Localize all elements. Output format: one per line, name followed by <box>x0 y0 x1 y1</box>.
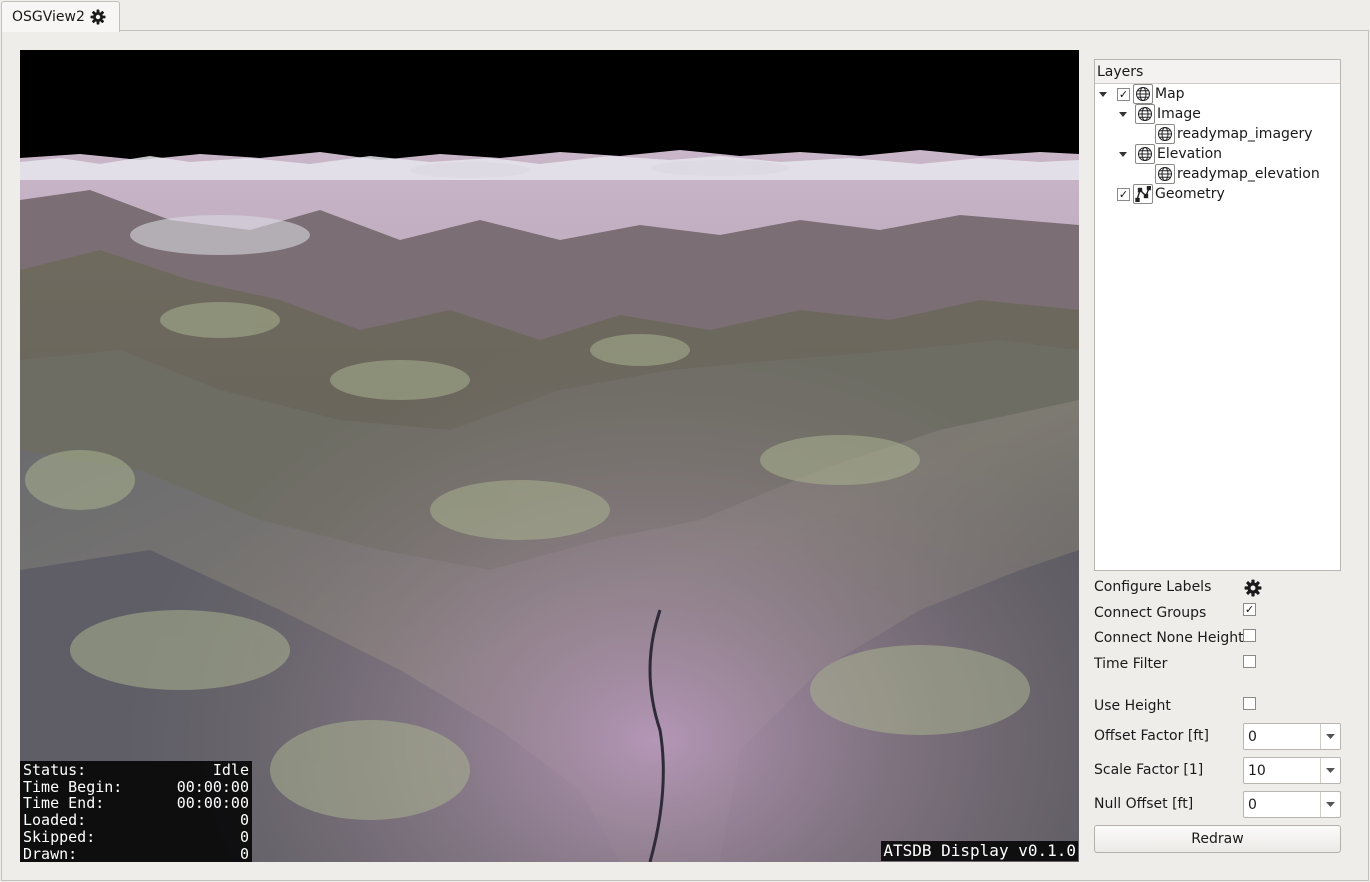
connect-none-height-label: Connect None Height <box>1094 630 1244 646</box>
map-3d-viewport[interactable]: Status: Idle Time Begin: 00:00:00 Time End… <box>20 50 1079 862</box>
status-row: Drawn: 0 <box>23 844 249 862</box>
offset-factor-value[interactable]: 0 <box>1244 729 1320 745</box>
tree-item-readymap-imagery[interactable]: readymap_imagery <box>1155 124 1313 144</box>
expand-arrow-icon[interactable] <box>1097 88 1109 100</box>
scale-factor-combobox[interactable]: 10 <box>1243 757 1341 784</box>
status-row: Skipped: 0 <box>23 827 249 846</box>
globe-icon <box>1155 124 1175 144</box>
redraw-button[interactable]: Redraw <box>1094 825 1341 853</box>
use-height-checkbox[interactable] <box>1243 697 1256 710</box>
tree-label: readymap_elevation <box>1177 166 1320 182</box>
tree-label: Elevation <box>1157 146 1223 162</box>
status-overlay: Status: Idle Time Begin: 00:00:00 Time End… <box>20 761 252 862</box>
tree-item-geometry[interactable]: ✓ Geometry <box>1117 184 1225 204</box>
tree-label: Map <box>1155 86 1185 102</box>
chevron-down-icon[interactable] <box>1320 724 1340 749</box>
tree-item-image[interactable]: Image <box>1117 104 1201 124</box>
tab-osgview2[interactable]: OSGView2 <box>1 1 120 32</box>
offset-factor-combobox[interactable]: 0 <box>1243 723 1341 750</box>
expand-arrow-icon[interactable] <box>1117 108 1129 120</box>
configure-labels-label: Configure Labels <box>1094 579 1212 595</box>
connect-none-height-checkbox[interactable] <box>1243 629 1256 642</box>
status-row: Time Begin: 00:00:00 <box>23 777 249 796</box>
tree-label: Image <box>1157 106 1201 122</box>
null-offset-label: Null Offset [ft] <box>1094 796 1194 812</box>
globe-icon <box>1135 104 1155 124</box>
status-row: Time End: 00:00:00 <box>23 794 249 813</box>
configure-labels-gear-icon[interactable] <box>1244 579 1262 597</box>
null-offset-combobox[interactable]: 0 <box>1243 791 1341 818</box>
status-row: Status: Idle <box>23 761 249 779</box>
tree-label: readymap_imagery <box>1177 126 1313 142</box>
connect-groups-label: Connect Groups <box>1094 605 1207 621</box>
globe-icon <box>1133 84 1153 104</box>
scale-factor-value[interactable]: 10 <box>1244 763 1320 779</box>
expand-arrow-icon[interactable] <box>1117 148 1129 160</box>
tree-label: Geometry <box>1155 186 1225 202</box>
scale-factor-label: Scale Factor [1] <box>1094 762 1204 778</box>
time-filter-label: Time Filter <box>1094 656 1168 672</box>
connect-groups-checkbox[interactable]: ✓ <box>1243 603 1256 616</box>
use-height-label: Use Height <box>1094 698 1171 714</box>
status-row: Loaded: 0 <box>23 811 249 830</box>
terrain-render <box>20 50 1079 862</box>
time-filter-checkbox[interactable] <box>1243 655 1256 668</box>
layers-header: Layers <box>1095 60 1340 84</box>
tree-item-map[interactable]: ✓ Map <box>1097 84 1185 104</box>
globe-icon <box>1135 144 1155 164</box>
chevron-down-icon[interactable] <box>1320 792 1340 817</box>
tree-item-elevation[interactable]: Elevation <box>1117 144 1222 164</box>
layer-checkbox-geometry[interactable]: ✓ <box>1117 187 1130 201</box>
tab-bar: OSGView2 <box>0 0 1370 32</box>
offset-factor-label: Offset Factor [ft] <box>1094 728 1209 744</box>
geometry-icon <box>1133 184 1153 204</box>
globe-icon <box>1155 164 1175 184</box>
layer-checkbox-map[interactable]: ✓ <box>1117 87 1130 101</box>
layers-tree[interactable]: Layers ✓ Map Image readymap_imagery Elev… <box>1094 59 1341 571</box>
null-offset-value[interactable]: 0 <box>1244 797 1320 813</box>
version-label: ATSDB Display v0.1.0 <box>881 841 1078 861</box>
tree-item-readymap-elevation[interactable]: readymap_elevation <box>1155 164 1320 184</box>
gear-icon[interactable] <box>90 9 106 25</box>
tab-label: OSGView2 <box>12 9 85 25</box>
chevron-down-icon[interactable] <box>1320 758 1340 783</box>
